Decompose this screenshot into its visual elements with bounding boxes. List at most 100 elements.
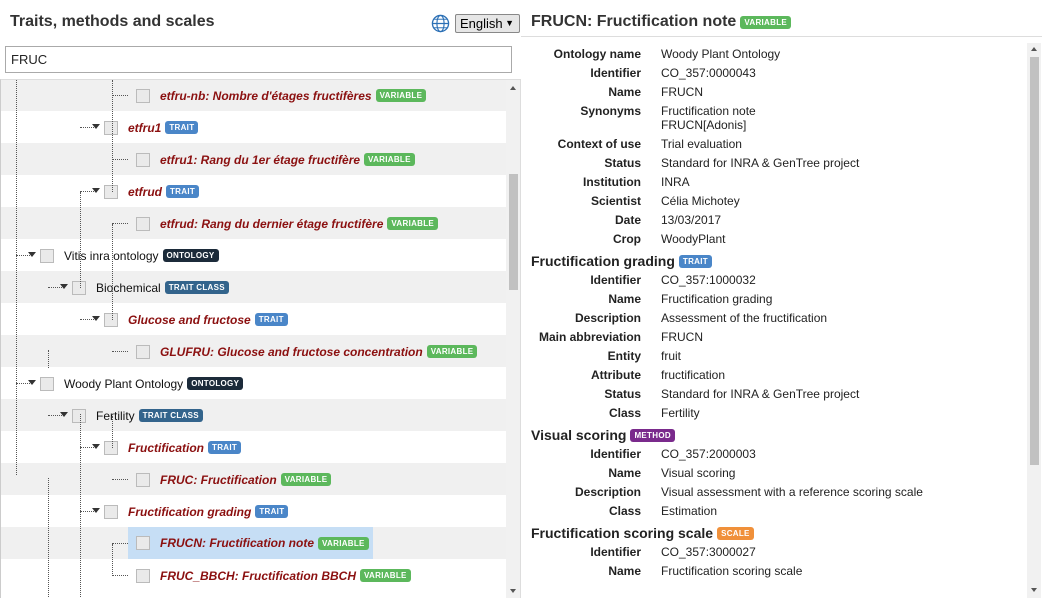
tree-row[interactable]: Fructification grading TRAIT	[1, 495, 506, 527]
tree-node[interactable]: etfrud TRAIT	[104, 183, 200, 200]
field-value: Trial evaluation	[661, 137, 742, 151]
detail-pane: FRUCN: Fructification note VARIABLE Onto…	[521, 0, 1042, 598]
tree-node[interactable]: Fructification TRAIT	[104, 439, 242, 456]
tree-row[interactable]: Glucose and fructose TRAIT	[1, 303, 506, 335]
node-checkbox[interactable]	[136, 88, 150, 103]
tree-row[interactable]: Fertility TRAIT CLASS	[1, 399, 506, 431]
tree-node[interactable]: Biochemical TRAIT CLASS	[72, 279, 229, 296]
node-checkbox[interactable]	[104, 312, 118, 327]
field-label: Crop	[613, 232, 641, 246]
node-label[interactable]: FRUC: Fructification	[160, 473, 277, 487]
language-select[interactable]: English ▼	[455, 14, 520, 33]
node-checkbox[interactable]	[104, 120, 118, 135]
node-label[interactable]: Fructification grading	[128, 505, 251, 519]
node-checkbox[interactable]	[72, 280, 86, 295]
tree-scrollbar[interactable]	[506, 80, 520, 598]
tree-row[interactable]: etfru1 TRAIT	[1, 111, 506, 143]
scroll-thumb[interactable]	[509, 174, 518, 290]
tree-node[interactable]: etfrud: Rang du dernier étage fructifère…	[136, 215, 439, 232]
trait-badge: TRAIT	[165, 121, 199, 134]
tree-node[interactable]: Fructification grading TRAIT	[104, 503, 289, 520]
tree-row[interactable]: etfrud TRAIT	[1, 175, 506, 207]
scroll-up-icon[interactable]	[1031, 47, 1037, 51]
expand-toggle-icon[interactable]	[28, 380, 36, 385]
globe-icon[interactable]	[431, 14, 450, 33]
trait-badge: TRAIT	[208, 441, 242, 454]
trait-badge: TRAIT	[255, 505, 289, 518]
node-checkbox[interactable]	[136, 152, 150, 167]
node-label[interactable]: Glucose and fructose	[128, 313, 251, 327]
node-checkbox[interactable]	[136, 344, 150, 359]
tree-row[interactable]: etfrud: Rang du dernier étage fructifère…	[1, 207, 506, 239]
scroll-down-icon[interactable]	[510, 589, 516, 593]
field-value: CO_357:1000032	[661, 273, 756, 287]
ontology-tree: etfru-nb: Nombre d'étages fructifères VAR…	[1, 80, 506, 598]
node-label[interactable]: Fructification	[128, 441, 204, 455]
scroll-thumb[interactable]	[1030, 57, 1039, 465]
field-value: Fructification scoring scale	[661, 564, 803, 578]
node-checkbox[interactable]	[136, 536, 150, 550]
tree-node[interactable]: Woody Plant Ontology ONTOLOGY	[40, 375, 244, 392]
tree-node[interactable]: etfru-nb: Nombre d'étages fructifères VAR…	[136, 87, 427, 104]
tree-row[interactable]: GLUFRU: Glucose and fructose concentrati…	[1, 335, 506, 367]
tree-row[interactable]: etfru-nb: Nombre d'étages fructifères VAR…	[1, 80, 506, 111]
node-label[interactable]: Fertility	[96, 409, 135, 423]
search-input[interactable]	[5, 46, 512, 73]
scroll-up-icon[interactable]	[510, 86, 516, 90]
node-checkbox[interactable]	[104, 184, 118, 199]
tree-connector	[112, 95, 128, 96]
node-checkbox[interactable]	[40, 376, 54, 391]
tree-node[interactable]: etfru1 TRAIT	[104, 119, 199, 136]
field-value: Estimation	[661, 504, 718, 518]
tree-row[interactable]: Biochemical TRAIT CLASS	[1, 271, 506, 303]
node-label[interactable]: etfru-nb: Nombre d'étages fructifères	[160, 89, 372, 103]
node-checkbox[interactable]	[136, 472, 150, 487]
node-label[interactable]: etfru1: Rang du 1er étage fructifère	[160, 153, 360, 167]
field-label: Status	[604, 387, 641, 401]
tree-node[interactable]: FRUCN: Fructification note VARIABLE	[128, 527, 373, 559]
node-checkbox[interactable]	[104, 440, 118, 455]
expand-toggle-icon[interactable]	[92, 316, 100, 321]
tree-node[interactable]: FRUC_BBCH: Fructification BBCH VARIABLE	[136, 567, 411, 584]
tree-node[interactable]: GLUFRU: Glucose and fructose concentrati…	[136, 343, 478, 360]
node-label[interactable]: etfru1	[128, 121, 161, 135]
node-label[interactable]: FRUCN: Fructification note	[160, 536, 314, 550]
node-label[interactable]: etfrud: Rang du dernier étage fructifère	[160, 217, 383, 231]
expand-toggle-icon[interactable]	[92, 188, 100, 193]
expand-toggle-icon[interactable]	[28, 252, 36, 257]
expand-toggle-icon[interactable]	[92, 508, 100, 513]
field-label: Identifier	[590, 66, 641, 80]
tree-row[interactable]: etfru1: Rang du 1er étage fructifère VARI…	[1, 143, 506, 175]
node-label[interactable]: FRUC_BBCH: Fructification BBCH	[160, 569, 356, 583]
tree-node[interactable]: FRUC: Fructification VARIABLE	[136, 471, 332, 488]
node-checkbox[interactable]	[136, 216, 150, 231]
node-checkbox[interactable]	[104, 504, 118, 519]
scroll-down-icon[interactable]	[1031, 588, 1037, 592]
node-label[interactable]: Biochemical	[96, 281, 161, 295]
variable-badge: VARIABLE	[280, 473, 332, 486]
field-label: Name	[608, 466, 641, 480]
expand-toggle-icon[interactable]	[92, 124, 100, 129]
tree-row[interactable]: FRUC: Fructification VARIABLE	[1, 463, 506, 495]
node-checkbox[interactable]	[72, 408, 86, 423]
node-label[interactable]: etfrud	[128, 185, 162, 199]
tree-row[interactable]: FRUCN: Fructification note VARIABLE	[1, 527, 506, 559]
node-checkbox[interactable]	[40, 248, 54, 263]
expand-toggle-icon[interactable]	[60, 284, 68, 289]
tree-node[interactable]: etfru1: Rang du 1er étage fructifère VARI…	[136, 151, 415, 168]
tree-node[interactable]: Fertility TRAIT CLASS	[72, 407, 203, 424]
tree-node[interactable]: Glucose and fructose TRAIT	[104, 311, 288, 328]
node-label[interactable]: GLUFRU: Glucose and fructose concentrati…	[160, 345, 423, 359]
node-label[interactable]: Woody Plant Ontology	[64, 377, 183, 391]
tree-node[interactable]: Vitis inra ontology ONTOLOGY	[40, 247, 219, 264]
detail-scrollbar[interactable]	[1027, 43, 1041, 598]
node-checkbox[interactable]	[136, 568, 150, 583]
tree-row[interactable]: Woody Plant Ontology ONTOLOGY	[1, 367, 506, 399]
field-value: Célia Michotey	[661, 194, 740, 208]
expand-toggle-icon[interactable]	[60, 412, 68, 417]
tree-row[interactable]: Fructification TRAIT	[1, 431, 506, 463]
tree-row[interactable]: FRUC_BBCH: Fructification BBCH VARIABLE	[1, 559, 506, 591]
variable-badge: VARIABLE	[375, 89, 427, 102]
expand-toggle-icon[interactable]	[92, 444, 100, 449]
tree-row[interactable]: Vitis inra ontology ONTOLOGY	[1, 239, 506, 271]
